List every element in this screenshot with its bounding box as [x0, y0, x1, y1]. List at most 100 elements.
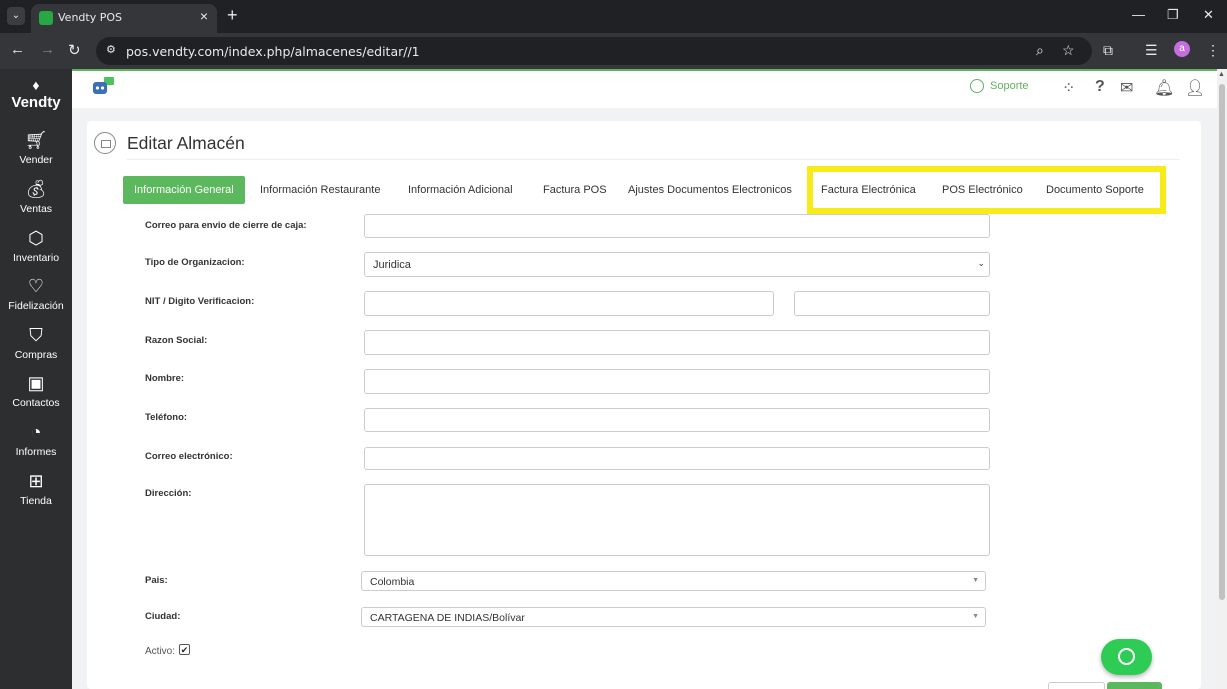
browser-toolbar: ← → ↻ ⚙ pos.vendty.com/index.php/almacen…: [0, 33, 1227, 69]
sidebar-item-label: Compras: [14, 349, 58, 361]
ciudad-label: Ciudad:: [145, 611, 181, 622]
assistant-bot-icon[interactable]: [92, 77, 114, 97]
direccion-textarea[interactable]: [364, 484, 990, 556]
pie-chart-icon: ◔: [30, 422, 42, 442]
telefono-input[interactable]: [364, 408, 990, 432]
sidebar-item-vender[interactable]: 🛒︎ Vender: [0, 128, 72, 176]
support-link[interactable]: Soporte: [970, 79, 1029, 93]
tipo-organizacion-value: Juridica: [373, 259, 411, 271]
warehouse-icon: [94, 132, 116, 154]
browser-tab[interactable]: Vendty POS ×: [31, 4, 217, 33]
tipo-organizacion-select[interactable]: Juridica ⌄: [364, 252, 990, 277]
sidebar-item-label: Fidelización: [8, 300, 64, 312]
minimize-icon[interactable]: —: [1132, 7, 1145, 22]
cancel-button[interactable]: [1048, 682, 1105, 689]
url-text[interactable]: pos.vendty.com/index.php/almacenes/edita…: [126, 44, 420, 59]
mail-icon[interactable]: ✉: [1120, 78, 1133, 98]
whatsapp-icon: [970, 79, 984, 93]
nombre-input[interactable]: [364, 369, 990, 394]
box-icon: ⬡: [28, 228, 44, 248]
apps-grid-icon[interactable]: ⁘: [1062, 78, 1075, 98]
sidebar-item-label: Tienda: [20, 495, 52, 507]
sidebar-item-inventario[interactable]: ⬡ Inventario: [0, 226, 72, 274]
help-icon[interactable]: ?: [1095, 78, 1105, 96]
nit-input[interactable]: [364, 291, 774, 316]
scrollbar-thumb[interactable]: [1219, 84, 1225, 600]
tab-ajustes-documentos-electronicos[interactable]: Ajustes Documentos Electronicos: [617, 176, 803, 204]
razon-social-input[interactable]: [364, 330, 990, 355]
tab-informacion-adicional[interactable]: Información Adicional: [397, 176, 524, 204]
nit-label: NIT / Digito Verificacion:: [145, 296, 255, 307]
highlight-annotation: [807, 166, 1166, 214]
telefono-label: Teléfono:: [145, 412, 188, 423]
money-bag-icon: 💰︎: [24, 179, 48, 199]
sidebar-item-label: Informes: [15, 446, 57, 458]
sidebar-item-informes[interactable]: ◔ Informes: [0, 420, 72, 468]
cart-icon: 🛒︎: [24, 130, 48, 150]
back-icon[interactable]: ←: [10, 41, 25, 58]
vendty-logo[interactable]: ♦ Vendty: [0, 77, 72, 111]
whatsapp-icon: [1118, 648, 1135, 665]
shopping-bag-icon: ⛉: [29, 325, 43, 345]
sidebar-item-label: Vender: [19, 154, 53, 166]
tab-informacion-restaurante[interactable]: Información Restaurante: [249, 176, 391, 204]
dropdown-arrow-icon: ▼: [972, 613, 979, 620]
activo-checkbox[interactable]: ✔: [179, 644, 190, 655]
extensions-icon[interactable]: ⧉: [1103, 42, 1113, 59]
tab-title: Vendty POS: [58, 11, 122, 24]
tab-search-chevron-icon[interactable]: ⌄: [7, 7, 25, 25]
sidebar-item-label: Inventario: [12, 252, 60, 264]
close-window-icon[interactable]: ✕: [1203, 7, 1214, 23]
user-icon[interactable]: 👤︎: [1185, 78, 1205, 98]
zoom-icon[interactable]: ⌕: [1036, 42, 1044, 59]
vendty-favicon: [39, 11, 53, 25]
browser-menu-icon[interactable]: ⋮: [1206, 42, 1220, 59]
direccion-label: Dirección:: [145, 488, 192, 499]
vendty-bag-icon: ♦: [32, 77, 40, 93]
ciudad-value: CARTAGENA DE INDIAS/Bolívar: [370, 612, 525, 624]
tab-informacion-general[interactable]: Información General: [123, 176, 245, 204]
sidebar-item-contactos[interactable]: ▣ Contactos: [0, 371, 72, 419]
scroll-up-arrow-icon[interactable]: ▲: [1218, 71, 1225, 78]
forward-icon[interactable]: →: [40, 41, 55, 58]
correo-cierre-input[interactable]: [364, 214, 990, 238]
divider: [127, 159, 1180, 160]
chevron-down-icon: ⌄: [977, 258, 985, 268]
bell-icon[interactable]: 🔔︎: [1154, 78, 1174, 98]
heart-icon: ♡: [27, 276, 45, 296]
new-tab-icon[interactable]: +: [227, 5, 238, 26]
profile-avatar[interactable]: a: [1174, 41, 1190, 57]
reload-icon[interactable]: ↻: [68, 41, 81, 59]
site-info-icon[interactable]: ⚙: [106, 43, 116, 56]
pais-select[interactable]: Colombia ▼: [361, 571, 986, 591]
restore-icon[interactable]: ❐: [1167, 7, 1179, 23]
sidebar-item-fidelizacion[interactable]: ♡ Fidelización: [0, 274, 72, 322]
nombre-label: Nombre:: [145, 373, 185, 384]
app-header: Soporte ⁘ ? ✉ 🔔︎ 👤︎: [72, 71, 1217, 108]
tab-factura-pos[interactable]: Factura POS: [532, 176, 618, 204]
digito-verificacion-input[interactable]: [794, 291, 990, 316]
pais-label: Pais:: [145, 575, 168, 586]
address-bar[interactable]: ⚙ pos.vendty.com/index.php/almacenes/edi…: [96, 37, 1092, 65]
sidebar-item-label: Ventas: [19, 203, 53, 215]
correo-electronico-input[interactable]: [364, 447, 990, 470]
tab-close-icon[interactable]: ×: [200, 8, 208, 24]
bookmark-star-icon[interactable]: ☆: [1062, 42, 1075, 59]
razon-social-label: Razon Social:: [145, 335, 208, 346]
sidebar-item-ventas[interactable]: 💰︎ Ventas: [0, 177, 72, 225]
support-label: Soporte: [990, 79, 1029, 92]
sidebar: ♦ Vendty 🛒︎ Vender 💰︎ Ventas ⬡ Inventari…: [0, 69, 72, 689]
sidebar-item-compras[interactable]: ⛉ Compras: [0, 323, 72, 371]
sidebar-item-label: Contactos: [12, 397, 60, 409]
activo-label: Activo:: [145, 646, 176, 657]
brand-name: Vendty: [11, 94, 61, 111]
reading-list-icon[interactable]: ☰: [1145, 42, 1158, 59]
whatsapp-chat-button[interactable]: [1101, 639, 1152, 675]
browser-tab-bar: ⌄ Vendty POS × + — ❐ ✕: [0, 0, 1227, 33]
correo-electronico-label: Correo electrónico:: [145, 451, 233, 462]
page-title: Editar Almacén: [127, 133, 245, 153]
dropdown-arrow-icon: ▼: [972, 577, 979, 584]
save-button[interactable]: [1107, 682, 1162, 689]
ciudad-select[interactable]: CARTAGENA DE INDIAS/Bolívar ▼: [361, 607, 986, 627]
sidebar-item-tienda[interactable]: ⊞ Tienda: [0, 469, 72, 517]
